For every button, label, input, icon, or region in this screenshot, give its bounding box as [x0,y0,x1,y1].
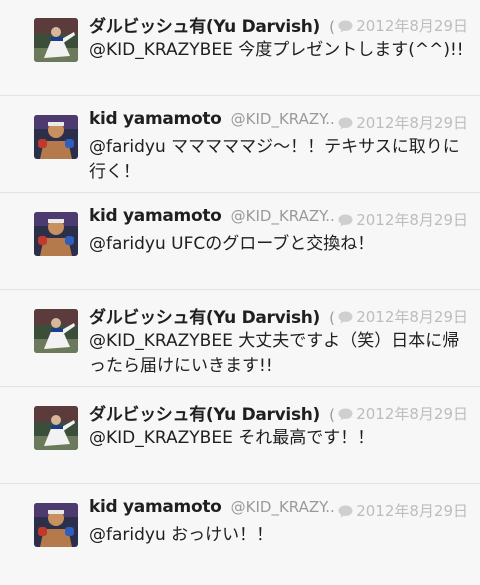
tweet-text: @KID_KRAZYBEE それ最高です！！ [89,428,375,448]
author-handle: @KID_KRAZY... [230,207,340,225]
tweet-item[interactable]: ダルビッシュ有(Yu Darvish) ( 2012年8月29日 @KID_KR… [0,388,480,484]
author-name[interactable]: ダルビッシュ有(Yu Darvish) [89,17,320,37]
author-name[interactable]: kid yamamoto [89,497,222,517]
tweet-date: 2012年8月29日 [356,211,468,229]
reply-bubble-icon [338,408,353,421]
reply-bubble-icon [338,311,353,324]
author-name[interactable]: kid yamamoto [89,206,222,226]
kid-avatar[interactable] [34,212,78,256]
tweet-item[interactable]: kid yamamoto @KID_KRAZY... 2012年8月29日 @f… [0,485,480,585]
tweet-text: @faridyu おっけい！！ [89,525,274,545]
author-handle: @KID_KRAZY... [230,110,340,128]
tweet-timeline: ダルビッシュ有(Yu Darvish) ( 2012年8月29日 @KID_KR… [0,0,480,585]
reply-bubble-icon [338,117,353,130]
tweet-date: 2012年8月29日 [356,502,468,520]
tweet-date: 2012年8月29日 [356,405,468,423]
tweet-meta: 2012年8月29日 [334,500,468,521]
tweet-item[interactable]: ダルビッシュ有(Yu Darvish) ( 2012年8月29日 @KID_KR… [0,0,480,96]
darvish-avatar[interactable] [34,309,78,353]
tweet-date: 2012年8月29日 [356,114,468,132]
kid-avatar[interactable] [34,115,78,159]
reply-bubble-icon [338,214,353,227]
tweet-meta: 2012年8月29日 [334,209,468,230]
author-name[interactable]: ダルビッシュ有(Yu Darvish) [89,405,320,425]
tweet-meta: 2012年8月29日 [334,15,468,36]
tweet-date: 2012年8月29日 [356,17,468,35]
tweet-text: @faridyu UFCのグローブと交換ね！ [89,234,375,254]
kid-avatar[interactable] [34,503,78,547]
author-handle: @KID_KRAZY... [230,498,340,516]
tweet-text: @faridyu マママママジ〜！！テキサスに取りに行く！ [89,137,460,182]
tweet-item[interactable]: kid yamamoto @KID_KRAZY... 2012年8月29日 @f… [0,97,480,193]
author-name[interactable]: ダルビッシュ有(Yu Darvish) [89,308,320,328]
tweet-meta: 2012年8月29日 [334,306,468,327]
tweet-text: @KID_KRAZYBEE 今度プレゼントします(^^)!! [89,40,464,60]
reply-bubble-icon [338,20,353,33]
darvish-avatar[interactable] [34,406,78,450]
reply-bubble-icon [338,505,353,518]
tweet-text: @KID_KRAZYBEE 大丈夫ですよ（笑）日本に帰ったら届けにいきます!! [89,331,460,376]
author-name[interactable]: kid yamamoto [89,109,222,129]
tweet-item[interactable]: kid yamamoto @KID_KRAZY... 2012年8月29日 @f… [0,194,480,290]
tweet-meta: 2012年8月29日 [334,112,468,133]
tweet-date: 2012年8月29日 [356,308,468,326]
darvish-avatar[interactable] [34,18,78,62]
tweet-meta: 2012年8月29日 [334,403,468,424]
tweet-item[interactable]: ダルビッシュ有(Yu Darvish) ( 2012年8月29日 @KID_KR… [0,291,480,387]
